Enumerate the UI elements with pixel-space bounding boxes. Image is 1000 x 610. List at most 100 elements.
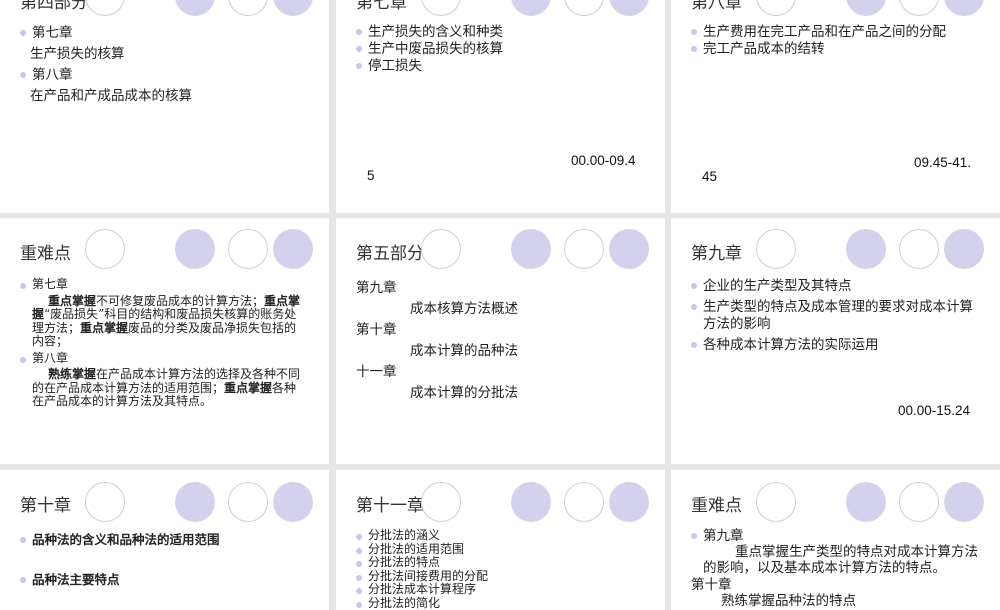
circle-decoration-icon — [944, 229, 984, 269]
text-block: 重点掌握生产类型的特点对成本计算方法的影响，以及基本成本计算方法的特点。 — [691, 544, 978, 576]
circle-decoration-icon — [85, 0, 125, 16]
text-span: 不可修复废品成本的计算方法； — [96, 294, 264, 308]
slide-content: 第九章 成本核算方法概述 第十章 成本计算的品种法 十一章 成本计算的分批法 — [356, 278, 645, 404]
slide-content: 第九章 重点掌握生产类型的特点对成本计算方法的影响，以及基本成本计算方法的特点。… — [691, 528, 978, 609]
time-range-label: 5 — [367, 168, 375, 183]
bullet-item: 完工产品成本的结转 — [691, 41, 980, 58]
circle-decoration-icon — [944, 0, 984, 16]
text-block: 重点掌握不可修复废品成本的计算方法；重点掌握“废品损失”科目的结构和废品损失核算… — [20, 295, 307, 349]
slide-title: 第十章 — [20, 491, 71, 516]
slide-title: 第九章 — [691, 239, 742, 264]
circle-decoration-icon — [756, 229, 796, 269]
text-line: 成本核算方法概述 — [356, 299, 645, 320]
slide-title: 第四部分 — [20, 0, 88, 13]
circle-decoration-icon — [273, 482, 313, 522]
bullet-item: 生产损失的含义和种类 — [356, 24, 645, 41]
text-line: 生产损失的核算 — [20, 46, 309, 63]
circle-decoration-icon — [511, 229, 551, 269]
bullet-item: 分批法的简化 — [356, 597, 645, 610]
text-block: 熟练掌握在产品成本计算方法的选择及各种不同的在产品成本计算方法的适用范围；重点掌… — [20, 368, 307, 409]
circle-decoration-icon — [228, 0, 268, 16]
slide-thumbnail-8[interactable]: 第十一章 分批法的涵义 分批法的适用范围 分批法的特点 分批法间接费用的分配 分… — [336, 470, 665, 610]
slide-thumbnail-7[interactable]: 第十章 品种法的含义和品种法的适用范围 品种法主要特点 — [0, 470, 329, 610]
bullet-item: 分批法的涵义 — [356, 529, 645, 543]
circle-decoration-icon — [609, 482, 649, 522]
circle-decoration-icon — [273, 229, 313, 269]
circle-decoration-icon — [85, 482, 125, 522]
bullet-item: 第七章 — [20, 278, 307, 292]
bullet-item: 生产类型的特点及成本管理的要求对成本计算方法的影响 — [691, 299, 974, 333]
slide-title: 重难点 — [20, 239, 71, 264]
circle-decoration-icon — [511, 482, 551, 522]
circle-decoration-icon — [273, 0, 313, 16]
text-line: 熟练掌握品种法的特点 — [691, 593, 978, 609]
emphasis-text: 重点掌握 — [80, 321, 128, 335]
bullet-item: 生产费用在完工产品和在产品之间的分配 — [691, 24, 980, 41]
circle-decoration-icon — [175, 0, 215, 16]
slide-content: 企业的生产类型及其特点 生产类型的特点及成本管理的要求对成本计算方法的影响 各种… — [691, 278, 974, 354]
slide-content: 生产损失的含义和种类 生产中废品损失的核算 停工损失 — [356, 24, 645, 75]
text-line: 十一章 — [356, 362, 645, 383]
bullet-item: 企业的生产类型及其特点 — [691, 278, 974, 295]
circle-decoration-icon — [421, 229, 461, 269]
circle-decoration-icon — [609, 0, 649, 16]
slide-thumbnail-5[interactable]: 第五部分 第九章 成本核算方法概述 第十章 成本计算的品种法 十一章 成本计算的… — [336, 218, 665, 464]
slide-content: 第七章 重点掌握不可修复废品成本的计算方法；重点掌握“废品损失”科目的结构和废品… — [20, 278, 307, 409]
text-line: 第九章 — [356, 278, 645, 299]
time-range-label: 45 — [702, 169, 717, 184]
bullet-item: 停工损失 — [356, 58, 645, 75]
circle-decoration-icon — [421, 482, 461, 522]
bullet-item: 各种成本计算方法的实际运用 — [691, 337, 974, 354]
slide-thumbnail-1[interactable]: 第四部分 第七章 生产损失的核算 第八章 在产品和产成品成本的核算 — [0, 0, 329, 213]
slide-thumbnail-9[interactable]: 重难点 第九章 重点掌握生产类型的特点对成本计算方法的影响，以及基本成本计算方法… — [671, 470, 1000, 610]
bullet-item: 品种法的含义和品种法的适用范围 — [20, 532, 309, 547]
circle-decoration-icon — [421, 0, 461, 16]
slide-thumbnail-2[interactable]: 第七章 生产损失的含义和种类 生产中废品损失的核算 停工损失 00.00-09.… — [336, 0, 665, 213]
slide-thumbnail-3[interactable]: 第八章 生产费用在完工产品和在产品之间的分配 完工产品成本的结转 09.45-4… — [671, 0, 1000, 213]
circle-decoration-icon — [175, 482, 215, 522]
emphasis-text: 熟练掌握 — [48, 367, 96, 381]
bullet-item: 分批法的适用范围 — [356, 543, 645, 557]
bullet-item: 第九章 — [691, 528, 978, 544]
slide-content: 品种法的含义和品种法的适用范围 品种法主要特点 — [20, 532, 309, 587]
circle-decoration-icon — [756, 482, 796, 522]
circle-decoration-icon — [228, 482, 268, 522]
circle-decoration-icon — [85, 229, 125, 269]
circle-decoration-icon — [228, 229, 268, 269]
slide-content: 分批法的涵义 分批法的适用范围 分批法的特点 分批法间接费用的分配 分批法成本计… — [356, 529, 645, 610]
slide-title: 第五部分 — [356, 239, 424, 264]
circle-decoration-icon — [846, 229, 886, 269]
circle-decoration-icon — [899, 482, 939, 522]
bullet-item: 分批法的特点 — [356, 556, 645, 570]
circle-decoration-icon — [944, 482, 984, 522]
time-range-label: 09.45-41. — [914, 155, 971, 170]
text-line: 在产品和产成品成本的核算 — [20, 88, 309, 105]
slide-title: 第八章 — [691, 0, 742, 13]
bullet-item: 第七章 — [20, 25, 309, 42]
circle-decoration-icon — [511, 0, 551, 16]
circle-decoration-icon — [846, 482, 886, 522]
slide-content: 第七章 生产损失的核算 第八章 在产品和产成品成本的核算 — [20, 25, 309, 105]
bullet-item: 生产中废品损失的核算 — [356, 41, 645, 58]
circle-decoration-icon — [846, 0, 886, 16]
slide-title: 第七章 — [356, 0, 407, 13]
time-range-label: 00.00-09.4 — [571, 153, 636, 168]
circle-decoration-icon — [899, 0, 939, 16]
circle-decoration-icon — [609, 229, 649, 269]
bullet-item: 品种法主要特点 — [20, 572, 309, 587]
slide-thumbnail-4[interactable]: 重难点 第七章 重点掌握不可修复废品成本的计算方法；重点掌握“废品损失”科目的结… — [0, 218, 329, 464]
emphasis-text: 重点掌握 — [224, 381, 272, 395]
slide-content: 生产费用在完工产品和在产品之间的分配 完工产品成本的结转 — [691, 24, 980, 58]
emphasis-text: 重点掌握 — [48, 294, 96, 308]
circle-decoration-icon — [899, 229, 939, 269]
slide-thumbnail-6[interactable]: 第九章 企业的生产类型及其特点 生产类型的特点及成本管理的要求对成本计算方法的影… — [671, 218, 1000, 464]
circle-decoration-icon — [564, 482, 604, 522]
circle-decoration-icon — [756, 0, 796, 16]
circle-decoration-icon — [564, 0, 604, 16]
circle-decoration-icon — [564, 229, 604, 269]
time-range-label: 00.00-15.24 — [898, 403, 970, 418]
bullet-item: 第八章 — [20, 67, 309, 84]
slide-title: 第十一章 — [356, 491, 424, 516]
slide-title: 重难点 — [691, 491, 742, 516]
text-line: 成本计算的品种法 — [356, 341, 645, 362]
